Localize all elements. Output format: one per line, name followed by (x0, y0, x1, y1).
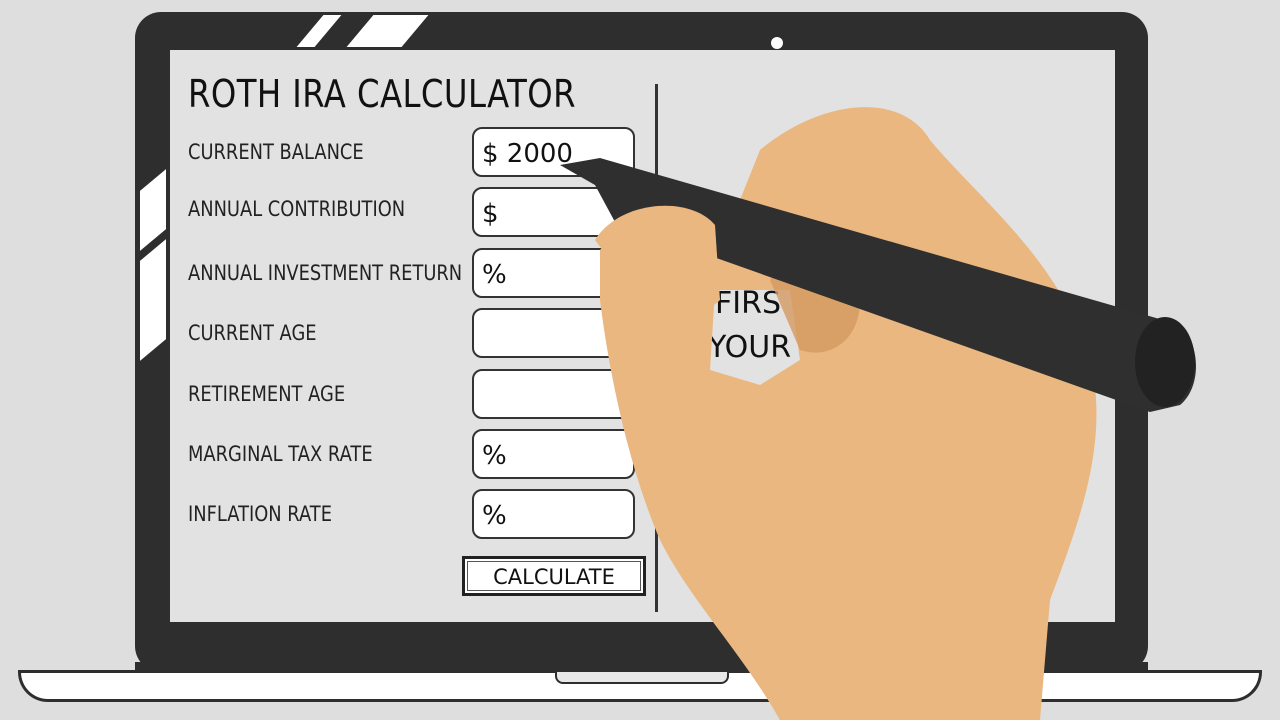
hand-with-pen-illustration (560, 107, 1197, 720)
pen-cap-icon (1135, 317, 1195, 407)
